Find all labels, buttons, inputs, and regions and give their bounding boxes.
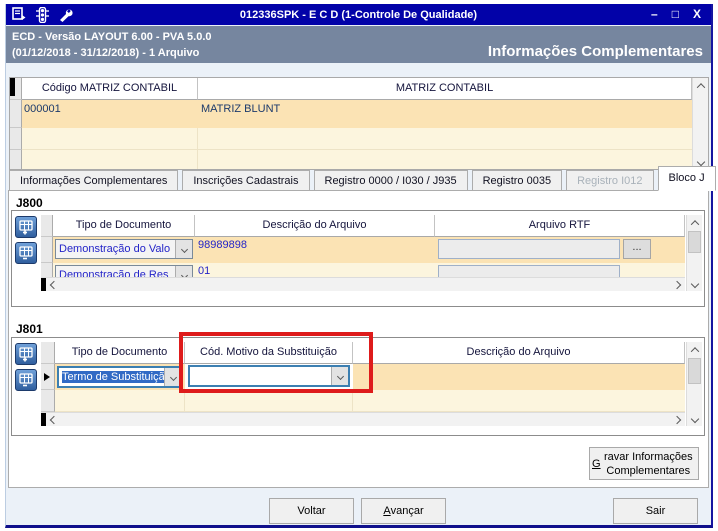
combo-value: Demonstração de Res bbox=[59, 269, 169, 277]
j800-row-2[interactable]: Demonstração de Res 01 bbox=[41, 263, 685, 277]
scroll-left-icon[interactable] bbox=[46, 413, 62, 427]
j800-tipo-combo[interactable]: Demonstração de Res bbox=[55, 265, 193, 277]
empty-cell bbox=[185, 390, 353, 412]
tab-bloco-j[interactable]: Bloco J bbox=[657, 166, 716, 191]
j801-label: J801 bbox=[16, 322, 43, 336]
title-bar: 012336SPK - E C D (1-Controle De Qualida… bbox=[6, 4, 711, 25]
gravar-informacoes-button[interactable]: Gravar Informações Complementares bbox=[589, 447, 699, 480]
scroll-down-icon[interactable] bbox=[687, 276, 703, 291]
browse-button[interactable]: ... bbox=[623, 239, 651, 259]
row-selector bbox=[41, 263, 53, 277]
tab-informacoes-complementares[interactable]: Informações Complementares bbox=[9, 170, 179, 191]
j800-col-tipo: Tipo de Documento bbox=[53, 215, 195, 237]
j800-arquivo-rtf-input[interactable] bbox=[438, 265, 620, 277]
minimize-icon[interactable]: – bbox=[651, 4, 658, 25]
j800-arquivo-rtf-input[interactable] bbox=[438, 239, 620, 259]
combo-value: Termo de Substituição bbox=[59, 368, 164, 386]
tab-registro-i012: Registro I012 bbox=[566, 170, 654, 191]
bloco-j-panel: J800 Tipo de Documento Descrição do Arqu… bbox=[8, 190, 709, 488]
j800-descricao-cell[interactable]: 01 bbox=[195, 263, 435, 277]
add-row-button[interactable] bbox=[15, 216, 37, 238]
matriz-col-codigo: Código MATRIZ CONTABIL bbox=[22, 78, 198, 100]
empty-cell bbox=[353, 390, 685, 412]
scroll-left-icon[interactable] bbox=[46, 278, 62, 292]
j800-tipo-combo[interactable]: Demonstração do Valo bbox=[55, 239, 193, 259]
tab-inscricoes-cadastrais[interactable]: Inscrições Cadastrais bbox=[182, 170, 310, 191]
row-selector bbox=[10, 128, 22, 150]
chevron-down-icon[interactable] bbox=[175, 266, 192, 277]
scroll-right-icon[interactable] bbox=[669, 413, 685, 427]
j800-col-arquivo-rtf: Arquivo RTF bbox=[435, 215, 685, 237]
scroll-thumb[interactable] bbox=[688, 231, 701, 253]
splitter-handle[interactable] bbox=[10, 78, 15, 96]
combo-value: Demonstração do Valo bbox=[59, 243, 171, 255]
empty-cell bbox=[22, 150, 198, 169]
traffic-light-icon[interactable] bbox=[36, 6, 49, 23]
scroll-up-icon[interactable] bbox=[693, 78, 709, 93]
empty-cell bbox=[55, 390, 185, 412]
screen: 012336SPK - E C D (1-Controle De Qualida… bbox=[0, 0, 718, 531]
voltar-button[interactable]: Voltar bbox=[269, 498, 354, 524]
sair-button[interactable]: Sair bbox=[613, 498, 698, 524]
matriz-row-empty[interactable] bbox=[10, 150, 692, 169]
j800-vscrollbar[interactable] bbox=[686, 215, 702, 291]
empty-cell bbox=[198, 150, 692, 169]
matriz-nome-cell[interactable]: MATRIZ BLUNT bbox=[198, 100, 692, 128]
add-row-button[interactable] bbox=[15, 343, 37, 365]
matriz-row-empty[interactable] bbox=[10, 128, 692, 150]
matriz-codigo-cell[interactable]: 000001 bbox=[22, 100, 198, 128]
avancar-button[interactable]: Avançar bbox=[361, 498, 446, 524]
close-icon[interactable]: X bbox=[693, 4, 701, 25]
j800-label: J800 bbox=[16, 196, 43, 210]
report-icon[interactable] bbox=[12, 7, 27, 22]
j800-descricao-cell[interactable]: 98989898 bbox=[195, 237, 435, 263]
j801-col-tipo: Tipo de Documento bbox=[55, 342, 185, 364]
j801-hscrollbar[interactable] bbox=[41, 412, 685, 426]
row-selector bbox=[41, 390, 55, 412]
header-band: ECD - Versão LAYOUT 6.00 - PVA 5.0.0 (01… bbox=[6, 26, 711, 63]
page-title: Informações Complementares bbox=[487, 43, 703, 60]
remove-row-button[interactable] bbox=[15, 242, 37, 264]
chevron-down-icon[interactable] bbox=[175, 240, 192, 258]
remove-row-button[interactable] bbox=[15, 369, 37, 391]
j800-col-descricao: Descrição do Arquivo bbox=[195, 215, 435, 237]
row-selector bbox=[41, 364, 55, 390]
window-title: 012336SPK - E C D (1-Controle De Qualida… bbox=[239, 8, 478, 21]
row-selector bbox=[41, 237, 53, 263]
app-window: 012336SPK - E C D (1-Controle De Qualida… bbox=[5, 4, 716, 528]
j800-hscrollbar[interactable] bbox=[41, 277, 685, 291]
empty-cell bbox=[22, 128, 198, 150]
matriz-table: Código MATRIZ CONTABIL MATRIZ CONTABIL 0… bbox=[9, 77, 709, 170]
current-row-icon bbox=[44, 373, 50, 381]
j800-groupbox: Tipo de Documento Descrição do Arquivo A… bbox=[11, 210, 705, 307]
j800-row-1[interactable]: Demonstração do Valo 98989898 ... bbox=[41, 237, 685, 263]
maximize-icon[interactable]: □ bbox=[672, 4, 679, 25]
j801-vscrollbar[interactable] bbox=[686, 342, 702, 426]
row-selector bbox=[10, 150, 22, 169]
empty-cell bbox=[198, 128, 692, 150]
j800-grid: Tipo de Documento Descrição do Arquivo A… bbox=[41, 215, 685, 291]
row-selector bbox=[10, 100, 22, 128]
matriz-row-selected[interactable]: 000001 MATRIZ BLUNT bbox=[10, 100, 692, 128]
matriz-col-nome: MATRIZ CONTABIL bbox=[198, 78, 692, 100]
corner-cell bbox=[41, 342, 55, 364]
tab-registro-0035[interactable]: Registro 0035 bbox=[471, 170, 563, 191]
j801-col-descricao: Descrição do Arquivo bbox=[353, 342, 685, 364]
scroll-up-icon[interactable] bbox=[687, 215, 703, 230]
scroll-up-icon[interactable] bbox=[687, 342, 703, 357]
wrench-icon[interactable] bbox=[58, 7, 73, 22]
j801-descricao-cell[interactable] bbox=[353, 364, 685, 390]
scroll-down-icon[interactable] bbox=[687, 411, 703, 426]
scroll-thumb[interactable] bbox=[688, 358, 701, 384]
highlight-annotation bbox=[179, 332, 373, 393]
scroll-right-icon[interactable] bbox=[669, 278, 685, 292]
j801-tipo-combo[interactable]: Termo de Substituição bbox=[57, 366, 183, 388]
matriz-vscrollbar[interactable] bbox=[692, 78, 708, 169]
tab-registro-0000-i030-j935[interactable]: Registro 0000 / I030 / J935 bbox=[313, 170, 468, 191]
tab-bar: Informações Complementares Inscrições Ca… bbox=[9, 166, 716, 191]
corner-cell bbox=[10, 78, 22, 100]
corner-cell bbox=[41, 215, 53, 237]
